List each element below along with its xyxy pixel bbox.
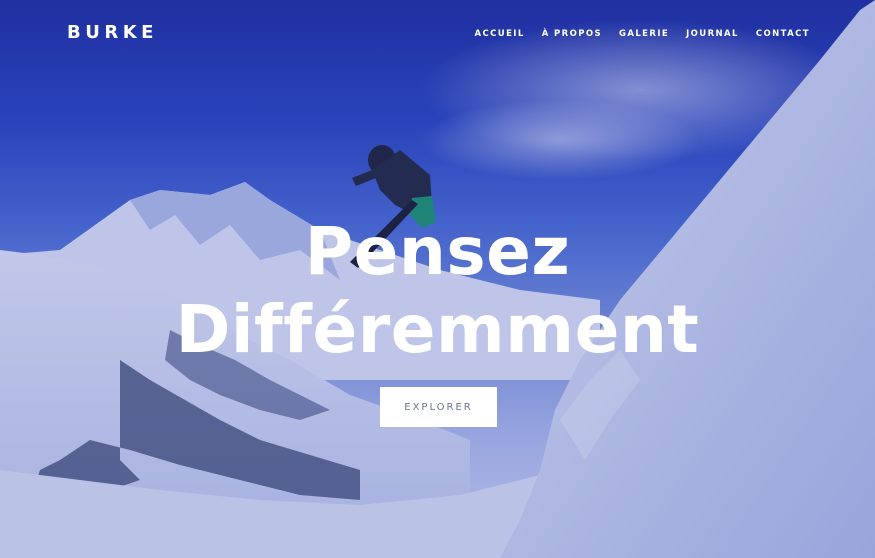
nav-item-journal[interactable]: JOURNAL bbox=[686, 29, 739, 39]
nav-item-contact[interactable]: CONTACT bbox=[756, 29, 810, 39]
site-logo[interactable]: BURKE bbox=[67, 22, 158, 43]
explorer-button[interactable]: EXPLORER bbox=[380, 387, 497, 427]
nav-item-galerie[interactable]: GALERIE bbox=[619, 29, 669, 39]
nav-item-a-propos[interactable]: À PROPOS bbox=[542, 29, 602, 39]
hero-section: BURKE ACCUEIL À PROPOS GALERIE JOURNAL C… bbox=[0, 0, 875, 558]
hero-headline-line-1: Pensez bbox=[304, 213, 571, 290]
hero-headline: Pensez Différemment bbox=[0, 213, 875, 369]
hero-headline-line-2: Différemment bbox=[175, 291, 700, 368]
main-navigation: ACCUEIL À PROPOS GALERIE JOURNAL CONTACT bbox=[475, 29, 810, 39]
nav-item-accueil[interactable]: ACCUEIL bbox=[475, 29, 525, 39]
